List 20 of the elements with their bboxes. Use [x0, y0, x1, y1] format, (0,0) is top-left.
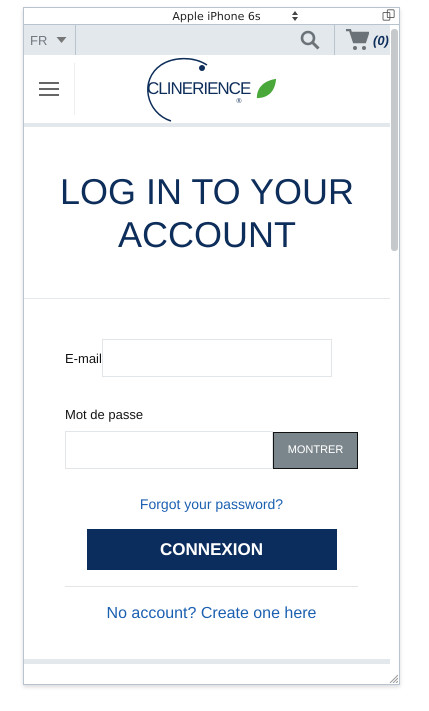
scrollbar-thumb[interactable] — [391, 29, 398, 251]
page-title: LOG IN TO YOUR ACCOUNT — [58, 170, 356, 256]
search-button[interactable] — [300, 30, 320, 50]
email-label: E-mail — [65, 350, 102, 366]
show-password-button[interactable]: MONTRER — [273, 432, 358, 468]
password-field[interactable] — [65, 431, 273, 469]
cart-icon — [345, 29, 369, 51]
create-account-link[interactable]: No account? Create one here — [106, 605, 316, 623]
device-selector[interactable]: Apple iPhone 6s — [172, 10, 261, 22]
menu-icon — [39, 82, 59, 96]
login-button[interactable]: CONNEXION — [86, 529, 336, 570]
resize-grip-icon — [388, 673, 398, 683]
password-label: Mot de passe — [65, 407, 144, 422]
forgot-password-link[interactable]: Forgot your password? — [140, 496, 284, 512]
email-field[interactable] — [102, 339, 332, 377]
search-icon — [300, 30, 320, 50]
leaf-icon — [255, 78, 278, 100]
rotate-icon — [382, 9, 396, 21]
language-selector[interactable]: FR — [24, 25, 76, 55]
caret-icon — [56, 37, 68, 43]
